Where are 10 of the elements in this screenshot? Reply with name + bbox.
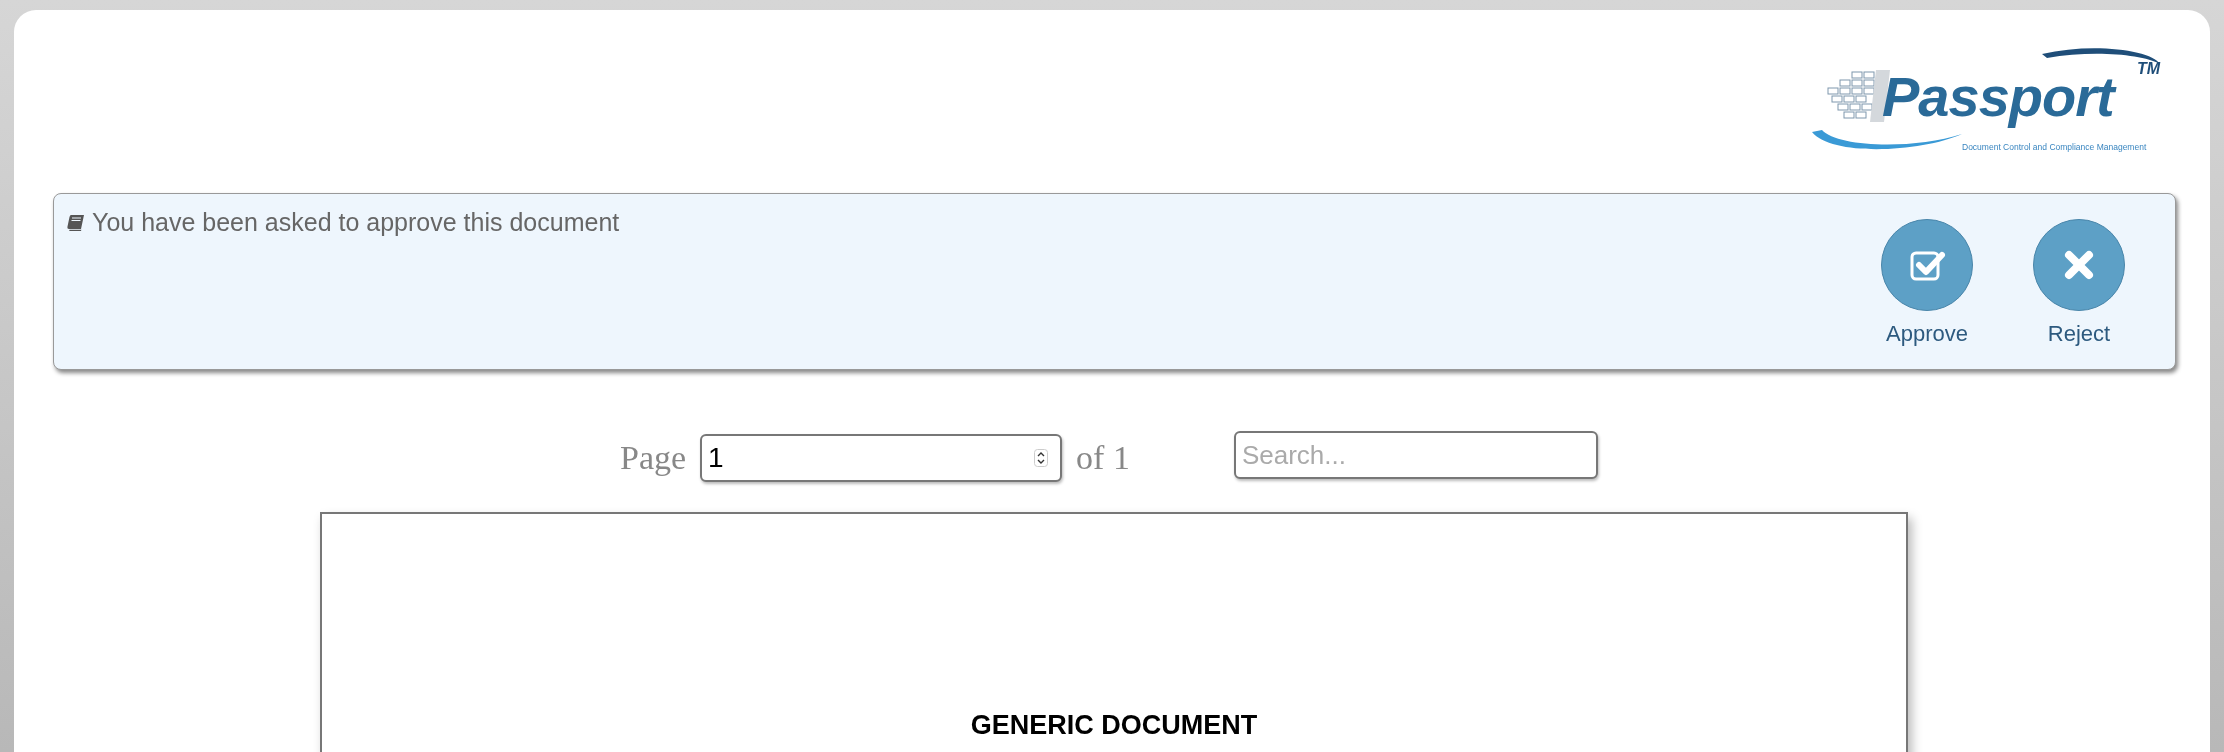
page-total: of 1 [1076, 439, 1130, 477]
book-icon [66, 212, 86, 233]
search-field[interactable]: Search... [1233, 431, 1598, 479]
spinner-icon[interactable] [1034, 449, 1049, 467]
document-title: GENERIC DOCUMENT [970, 710, 1258, 741]
approval-message: You have been asked to approve this document [92, 208, 620, 237]
trademark-mark: TM [2137, 60, 2161, 78]
logo-tagline: Document Control and Compliance Management [1962, 142, 2147, 152]
page-number-field[interactable]: 1 [700, 434, 1063, 482]
page-label: Page [620, 439, 687, 477]
